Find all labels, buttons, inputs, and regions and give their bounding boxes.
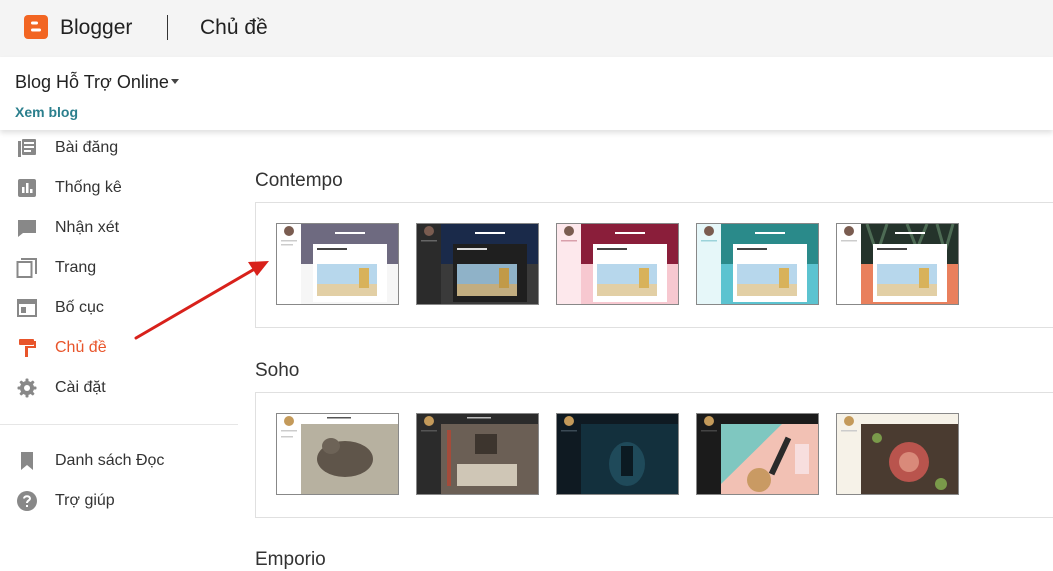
sidebar-item-stats[interactable]: Thống kê — [0, 170, 240, 210]
sidebar-item-label: Trợ giúp — [55, 492, 115, 509]
section-title-emporio: Emporio — [255, 549, 326, 570]
sidebar-item-reading-list[interactable]: Danh sách Đọc — [0, 443, 240, 483]
theme-thumbnail-soho-light[interactable] — [276, 413, 399, 495]
pages-icon — [16, 258, 37, 278]
theme-thumbnail-contempo-pink[interactable] — [556, 223, 679, 305]
theme-group-soho — [255, 392, 1053, 518]
sidebar-item-posts[interactable]: Bài đăng — [0, 130, 240, 170]
layout-icon — [17, 299, 37, 317]
sidebar-item-label: Bài đăng — [55, 139, 119, 156]
theme-thumbnail-contempo-light[interactable] — [276, 223, 399, 305]
section-title-soho: Soho — [255, 360, 300, 381]
theme-thumbnail-contempo-dark[interactable] — [416, 223, 539, 305]
chevron-down-icon[interactable] — [171, 79, 179, 84]
blogger-logo-icon[interactable] — [24, 15, 48, 39]
app-name[interactable]: Blogger — [60, 16, 132, 40]
top-bar: Blogger Chủ đề — [0, 0, 1053, 57]
theme-paint-roller-icon — [19, 339, 36, 357]
bookmark-icon — [21, 452, 33, 470]
sidebar-item-label: Chủ đề — [55, 339, 107, 356]
stats-icon — [18, 179, 36, 197]
section-title-contempo: Contempo — [255, 170, 343, 191]
settings-gear-icon — [17, 378, 37, 398]
theme-thumbnail-contempo-teal[interactable] — [696, 223, 819, 305]
posts-icon — [18, 139, 36, 157]
sidebar-divider — [0, 424, 238, 425]
help-icon — [17, 491, 37, 511]
sidebar-item-layout[interactable]: Bố cục — [0, 290, 240, 330]
sidebar-nav: Bài đăng Thống kê Nhận xét Trang Bố cục — [0, 130, 240, 561]
sidebar-item-label: Bố cục — [55, 299, 104, 316]
sidebar-item-pages[interactable]: Trang — [0, 250, 240, 290]
theme-thumbnail-soho-dark[interactable] — [416, 413, 539, 495]
sidebar-item-settings[interactable]: Cài đặt — [0, 370, 240, 410]
theme-thumbnail-soho-cosmetics[interactable] — [696, 413, 819, 495]
sidebar-item-theme[interactable]: Chủ đề — [0, 330, 240, 370]
theme-thumbnail-soho-midnight[interactable] — [556, 413, 679, 495]
sidebar-item-label: Cài đặt — [55, 379, 106, 396]
view-blog-link[interactable]: Xem blog — [15, 104, 78, 120]
sidebar-item-label: Trang — [55, 259, 97, 276]
page-title: Chủ đề — [200, 16, 268, 39]
sidebar-item-help[interactable]: Trợ giúp — [0, 483, 240, 523]
theme-group-contempo — [255, 202, 1053, 328]
blog-selector[interactable]: Blog Hỗ Trợ Online — [15, 72, 169, 93]
comments-icon — [18, 220, 36, 237]
sidebar-item-label: Danh sách Đọc — [55, 452, 165, 469]
header-divider — [167, 15, 168, 40]
sidebar-item-comments[interactable]: Nhận xét — [0, 210, 240, 250]
sidebar-item-label: Nhận xét — [55, 219, 120, 236]
theme-thumbnail-contempo-orange[interactable] — [836, 223, 959, 305]
sidebar-item-label: Thống kê — [55, 179, 122, 196]
theme-thumbnail-soho-food[interactable] — [836, 413, 959, 495]
blog-header: Blog Hỗ Trợ Online Xem blog — [0, 57, 1053, 130]
